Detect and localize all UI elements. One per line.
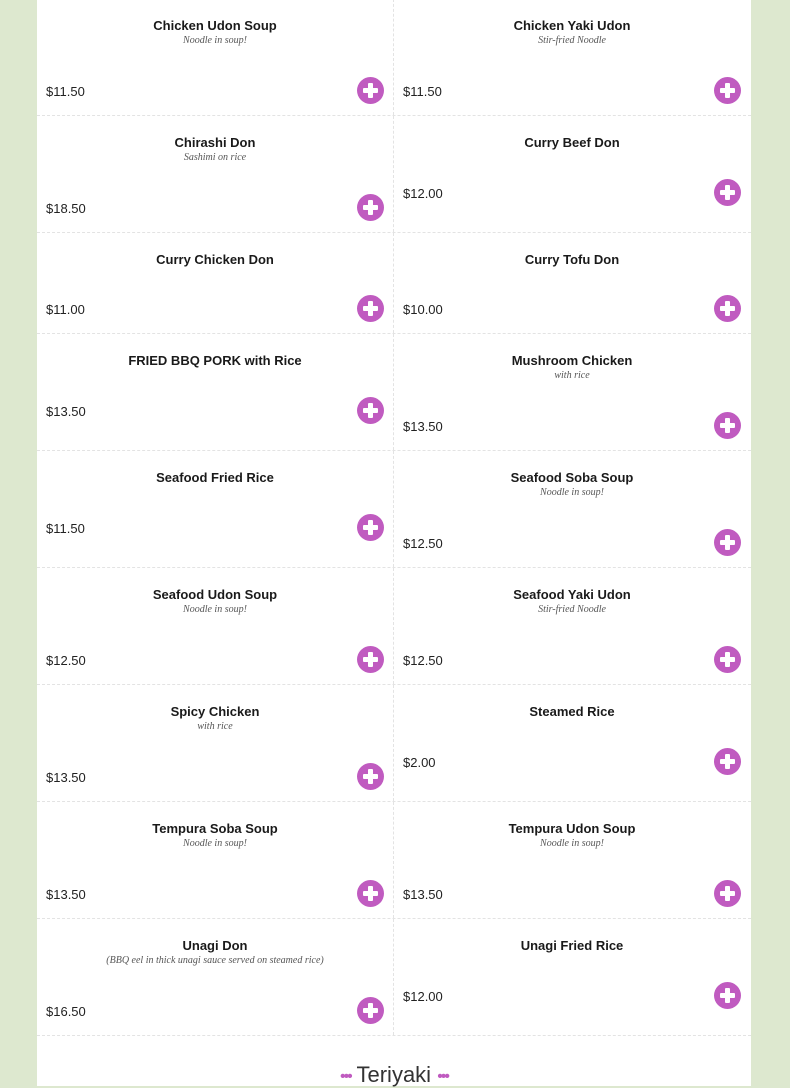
add-to-cart-button[interactable] bbox=[357, 514, 384, 541]
menu-item: Chicken Udon Soup Noodle in soup! $11.50 bbox=[37, 0, 394, 115]
item-name: Seafood Fried Rice bbox=[156, 470, 274, 485]
item-description: Stir-fried Noodle bbox=[538, 604, 606, 615]
item-description: with rice bbox=[554, 370, 590, 381]
item-price: $12.50 bbox=[403, 653, 443, 668]
add-to-cart-button[interactable] bbox=[714, 880, 741, 907]
menu-row: Tempura Soba Soup Noodle in soup! $13.50 Te… bbox=[37, 802, 751, 919]
menu-item: Spicy Chicken with rice $13.50 bbox=[37, 685, 394, 801]
menu-row: Chicken Udon Soup Noodle in soup! $11.50 Ch… bbox=[37, 0, 751, 116]
add-to-cart-button[interactable] bbox=[714, 646, 741, 673]
item-name: Curry Tofu Don bbox=[524, 252, 620, 267]
item-name: Tempura Udon Soup bbox=[508, 821, 636, 836]
add-to-cart-button[interactable] bbox=[714, 295, 741, 322]
menu-item: Curry Tofu Don $10.00 bbox=[394, 233, 750, 333]
item-name: Curry Beef Don bbox=[524, 135, 620, 150]
item-description: Noodle in soup! bbox=[183, 604, 247, 615]
menu-item: Tempura Soba Soup Noodle in soup! $13.50 bbox=[37, 802, 394, 918]
menu-item: Curry Chicken Don $11.00 bbox=[37, 233, 394, 333]
item-price: $18.50 bbox=[46, 201, 86, 216]
add-to-cart-button[interactable] bbox=[357, 763, 384, 790]
add-to-cart-button[interactable] bbox=[714, 412, 741, 439]
heading-dots-left: ••• bbox=[339, 1068, 353, 1085]
add-to-cart-button[interactable] bbox=[357, 880, 384, 907]
item-description: Noodle in soup! bbox=[540, 487, 604, 498]
item-name: Unagi Don bbox=[182, 938, 248, 953]
menu-item: Tempura Udon Soup Noodle in soup! $13.50 bbox=[394, 802, 750, 918]
item-price: $10.00 bbox=[403, 302, 443, 317]
add-to-cart-button[interactable] bbox=[357, 194, 384, 221]
menu-row: Seafood Udon Soup Noodle in soup! $12.50 Se… bbox=[37, 568, 751, 685]
menu-item: Seafood Udon Soup Noodle in soup! $12.50 bbox=[37, 568, 394, 684]
item-price: $13.50 bbox=[46, 887, 86, 902]
item-price: $13.50 bbox=[403, 419, 443, 434]
item-price: $11.00 bbox=[46, 302, 85, 317]
section-heading: ••• Teriyaki ••• bbox=[37, 1062, 751, 1088]
item-name: Steamed Rice bbox=[529, 704, 615, 719]
menu-item: Seafood Yaki Udon Stir-fried Noodle $12.50 bbox=[394, 568, 750, 684]
add-to-cart-button[interactable] bbox=[714, 529, 741, 556]
item-price: $13.50 bbox=[46, 404, 86, 419]
section-title: Teriyaki bbox=[356, 1062, 432, 1087]
menu-row: Seafood Fried Rice $11.50 Seafood Soba Sou… bbox=[37, 451, 751, 568]
item-name: Mushroom Chicken bbox=[511, 353, 633, 368]
menu-item: Mushroom Chicken with rice $13.50 bbox=[394, 334, 750, 450]
add-to-cart-button[interactable] bbox=[357, 397, 384, 424]
menu-item: Chicken Yaki Udon Stir-fried Noodle $11.50 bbox=[394, 0, 750, 115]
add-to-cart-button[interactable] bbox=[714, 982, 741, 1009]
item-price: $12.00 bbox=[403, 989, 443, 1004]
menu-row: Curry Chicken Don $11.00 Curry Tofu Don $10… bbox=[37, 233, 751, 334]
add-to-cart-button[interactable] bbox=[714, 77, 741, 104]
menu-row: FRIED BBQ PORK with Rice $13.50 Mushroom C… bbox=[37, 334, 751, 451]
item-name: FRIED BBQ PORK with Rice bbox=[128, 353, 302, 368]
item-description: Noodle in soup! bbox=[540, 838, 604, 849]
menu-row: Spicy Chicken with rice $13.50 Steamed Rice… bbox=[37, 685, 751, 802]
item-price: $11.50 bbox=[403, 84, 442, 99]
item-name: Unagi Fried Rice bbox=[520, 938, 624, 953]
item-description: Sashimi on rice bbox=[183, 152, 247, 163]
item-name: Chirashi Don bbox=[174, 135, 256, 150]
item-name: Seafood Udon Soup bbox=[152, 587, 278, 602]
item-name: Seafood Yaki Udon bbox=[513, 587, 631, 602]
item-name: Tempura Soba Soup bbox=[152, 821, 278, 836]
item-price: $12.50 bbox=[46, 653, 86, 668]
menu-panel: Chicken Udon Soup Noodle in soup! $11.50 Ch… bbox=[37, 0, 751, 1088]
item-name: Curry Chicken Don bbox=[156, 252, 274, 267]
add-to-cart-button[interactable] bbox=[714, 748, 741, 775]
menu-item: Seafood Fried Rice $11.50 bbox=[37, 451, 394, 567]
item-description: Stir-fried Noodle bbox=[538, 35, 606, 46]
menu-item: Curry Beef Don $12.00 bbox=[394, 116, 750, 232]
menu-item: Unagi Don (BBQ eel in thick unagi sauce s… bbox=[37, 919, 394, 1035]
item-description: (BBQ eel in thick unagi sauce served on … bbox=[106, 955, 324, 966]
menu-item: Seafood Soba Soup Noodle in soup! $12.50 bbox=[394, 451, 750, 567]
item-price: $12.50 bbox=[403, 536, 443, 551]
item-price: $11.50 bbox=[46, 84, 85, 99]
menu-item: FRIED BBQ PORK with Rice $13.50 bbox=[37, 334, 394, 450]
item-name: Spicy Chicken bbox=[170, 704, 260, 719]
menu-item: Unagi Fried Rice $12.00 bbox=[394, 919, 750, 1035]
add-to-cart-button[interactable] bbox=[357, 646, 384, 673]
add-to-cart-button[interactable] bbox=[357, 997, 384, 1024]
menu-item: Steamed Rice $2.00 bbox=[394, 685, 750, 801]
menu-grid: Chicken Udon Soup Noodle in soup! $11.50 Ch… bbox=[37, 0, 751, 1036]
item-price: $16.50 bbox=[46, 1004, 86, 1019]
item-name: Chicken Yaki Udon bbox=[513, 18, 631, 33]
item-price: $13.50 bbox=[403, 887, 443, 902]
item-price: $12.00 bbox=[403, 186, 443, 201]
item-price: $13.50 bbox=[46, 770, 86, 785]
item-name: Chicken Udon Soup bbox=[153, 18, 277, 33]
add-to-cart-button[interactable] bbox=[357, 295, 384, 322]
menu-row: Chirashi Don Sashimi on rice $18.50 Curry B… bbox=[37, 116, 751, 233]
menu-item: Chirashi Don Sashimi on rice $18.50 bbox=[37, 116, 394, 232]
item-description: Noodle in soup! bbox=[183, 35, 247, 46]
item-description: with rice bbox=[197, 721, 233, 732]
item-name: Seafood Soba Soup bbox=[510, 470, 634, 485]
add-to-cart-button[interactable] bbox=[714, 179, 741, 206]
add-to-cart-button[interactable] bbox=[357, 77, 384, 104]
item-price: $11.50 bbox=[46, 521, 85, 536]
item-price: $2.00 bbox=[403, 755, 436, 770]
heading-dots-right: ••• bbox=[437, 1068, 450, 1085]
menu-row: Unagi Don (BBQ eel in thick unagi sauce s… bbox=[37, 919, 751, 1036]
item-description: Noodle in soup! bbox=[183, 838, 247, 849]
